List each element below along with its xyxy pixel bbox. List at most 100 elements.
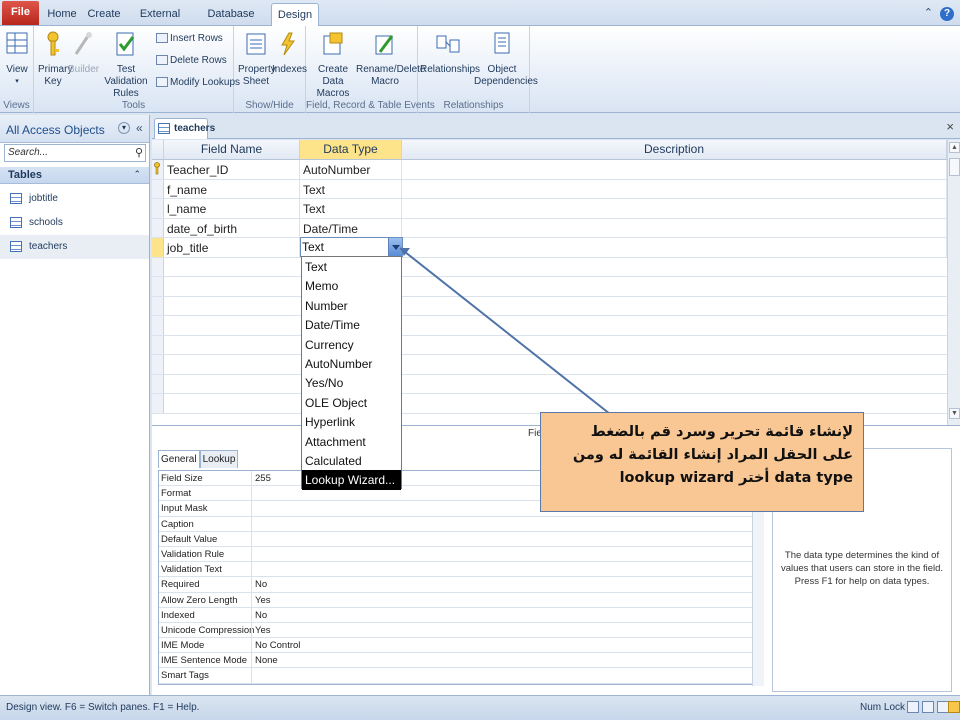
dropdown-option[interactable]: Date/Time <box>302 315 401 334</box>
table-row[interactable] <box>152 296 947 316</box>
table-row[interactable]: l_name Text <box>152 199 947 219</box>
property-row[interactable]: Required No <box>159 577 763 593</box>
description-cell[interactable] <box>402 179 947 198</box>
property-row[interactable]: Caption <box>159 516 763 532</box>
scroll-down-icon[interactable]: ▼ <box>949 408 960 419</box>
dropdown-option[interactable]: Attachment <box>302 432 401 451</box>
builder-button[interactable]: Builder <box>68 30 99 76</box>
nav-title[interactable]: All Access Objects <box>6 123 105 137</box>
field-name-cell[interactable]: job_title <box>164 238 300 257</box>
data-type-cell[interactable]: AutoNumber <box>300 160 402 179</box>
description-cell[interactable] <box>402 218 947 237</box>
nav-menu-chevron-icon[interactable]: ▾ <box>118 122 130 134</box>
section-collapse-icon[interactable]: ⌃ <box>133 169 141 180</box>
data-type-cell[interactable]: Text <box>300 179 402 198</box>
nav-section-tables[interactable]: Tables ⌃ <box>0 167 149 184</box>
close-icon[interactable]: × <box>946 119 954 134</box>
property-row[interactable]: Default Value <box>159 531 763 547</box>
create-data-macros-button[interactable]: Create Data Macros <box>310 30 356 100</box>
nav-item-teachers[interactable]: teachers <box>0 235 149 259</box>
property-row[interactable]: Unicode Compression Yes <box>159 622 763 639</box>
row-selector[interactable] <box>152 160 164 179</box>
property-row[interactable]: Indexed No <box>159 607 763 623</box>
property-value[interactable]: No <box>255 610 267 621</box>
property-value[interactable]: No <box>255 579 267 590</box>
row-selector[interactable] <box>152 199 164 218</box>
dropdown-option[interactable]: Number <box>302 296 401 315</box>
datasheet-view-icon[interactable] <box>907 701 919 713</box>
property-value[interactable]: Yes <box>255 625 271 636</box>
tab-home[interactable]: Home <box>44 3 80 26</box>
tab-lookup[interactable]: Lookup <box>199 450 239 468</box>
row-selector[interactable] <box>152 218 164 237</box>
document-tab-teachers[interactable]: teachers <box>154 118 215 139</box>
description-cell[interactable] <box>402 238 947 257</box>
property-row[interactable]: Allow Zero Length Yes <box>159 592 763 608</box>
nav-item-jobtitle[interactable]: jobtitle <box>0 187 149 211</box>
table-row[interactable] <box>152 257 947 277</box>
pivot-table-view-icon[interactable] <box>922 701 934 713</box>
property-value[interactable]: No Control <box>255 640 300 651</box>
row-selector[interactable] <box>152 296 164 315</box>
row-selector[interactable] <box>152 179 164 198</box>
table-row[interactable]: f_name Text <box>152 179 947 199</box>
test-validation-rules-button[interactable]: Test Validation Rules <box>98 30 154 100</box>
description-cell[interactable] <box>402 160 947 179</box>
help-icon[interactable]: ? <box>940 7 954 21</box>
field-name-cell[interactable]: l_name <box>164 199 300 218</box>
insert-rows-button[interactable]: Insert Rows <box>156 33 223 44</box>
rename-delete-macro-button[interactable]: Rename/Delete Macro <box>356 30 425 88</box>
search-icon[interactable]: ⚲ <box>135 146 143 159</box>
table-row[interactable] <box>152 355 947 375</box>
field-name-cell[interactable]: Teacher_ID <box>164 160 300 179</box>
table-row[interactable] <box>152 374 947 394</box>
table-row[interactable]: date_of_birth Date/Time <box>152 218 947 238</box>
row-selector[interactable] <box>152 374 164 393</box>
primary-key-button[interactable]: Primary Key <box>38 30 72 88</box>
tab-file[interactable]: File <box>2 1 39 25</box>
scroll-thumb[interactable] <box>949 158 960 176</box>
grid-vertical-scrollbar[interactable]: ▲ ▼ <box>947 140 960 425</box>
table-row[interactable] <box>152 335 947 355</box>
property-row[interactable]: IME Mode No Control <box>159 638 763 654</box>
table-row[interactable] <box>152 316 947 336</box>
property-row[interactable]: Validation Rule <box>159 546 763 563</box>
tab-general[interactable]: General <box>158 450 200 468</box>
property-row[interactable]: Smart Tags <box>159 668 763 684</box>
data-type-combobox[interactable]: Text <box>300 237 403 257</box>
nav-search-input[interactable]: Search... ⚲ <box>4 144 146 162</box>
relationships-button[interactable]: Relationships <box>420 30 480 76</box>
property-sheet-button[interactable]: Property Sheet <box>238 30 276 88</box>
table-row[interactable] <box>152 394 947 414</box>
field-name-cell[interactable]: f_name <box>164 179 300 198</box>
description-cell[interactable] <box>402 199 947 218</box>
property-row[interactable]: IME Sentence Mode None <box>159 653 763 669</box>
dropdown-option[interactable]: OLE Object <box>302 393 401 412</box>
tab-design[interactable]: Design <box>271 3 319 27</box>
nav-collapse-icon[interactable]: « <box>136 121 143 135</box>
nav-item-schools[interactable]: schools <box>0 211 149 235</box>
row-selector[interactable] <box>152 238 164 257</box>
dropdown-option[interactable]: Calculated <box>302 451 401 470</box>
row-selector[interactable] <box>152 316 164 335</box>
indexes-button[interactable]: Indexes <box>272 30 307 76</box>
design-view-icon[interactable] <box>948 701 960 713</box>
tab-database-tools[interactable]: Database Tools <box>197 3 265 42</box>
property-value[interactable]: Yes <box>255 595 271 606</box>
dropdown-option[interactable]: Text <box>302 257 401 276</box>
data-type-cell[interactable]: Text <box>300 199 402 218</box>
scroll-up-icon[interactable]: ▲ <box>949 142 960 153</box>
dropdown-option[interactable]: AutoNumber <box>302 354 401 373</box>
object-dependencies-button[interactable]: Object Dependencies <box>474 30 538 88</box>
dropdown-arrow-icon[interactable] <box>388 238 402 256</box>
property-value[interactable]: 255 <box>255 473 271 484</box>
dropdown-option-lookup-wizard[interactable]: Lookup Wizard... <box>302 470 401 490</box>
delete-rows-button[interactable]: Delete Rows <box>156 55 227 66</box>
tab-external-data[interactable]: External Data <box>129 3 191 42</box>
dropdown-option[interactable]: Currency <box>302 335 401 354</box>
dropdown-option[interactable]: Hyperlink <box>302 412 401 431</box>
dropdown-option[interactable]: Yes/No <box>302 373 401 392</box>
row-selector[interactable] <box>152 355 164 374</box>
row-selector[interactable] <box>152 257 164 276</box>
property-row[interactable]: Validation Text <box>159 562 763 578</box>
